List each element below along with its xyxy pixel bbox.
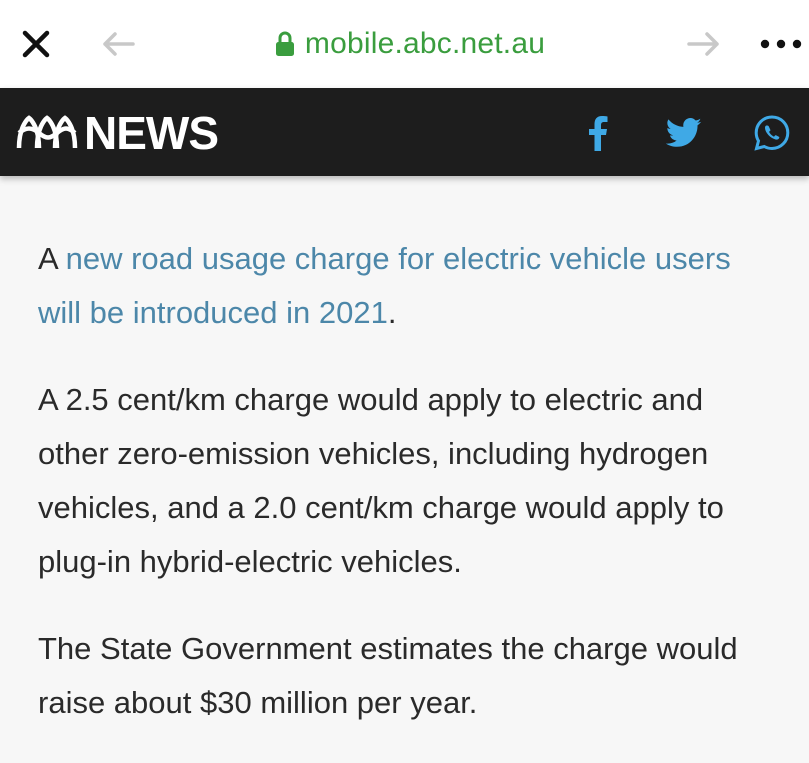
brand-name: NEWS [84, 107, 219, 159]
back-button[interactable] [96, 22, 140, 66]
paragraph-1-prefix: A [38, 241, 66, 276]
close-icon [22, 30, 50, 58]
address-bar[interactable]: mobile.abc.net.au [250, 22, 570, 66]
article-paragraph-2: A 2.5 cent/km charge would apply to elec… [38, 382, 724, 579]
url-text: mobile.abc.net.au [304, 27, 546, 60]
close-button[interactable] [14, 22, 58, 66]
article-paragraph-1: A new road usage charge for electric veh… [38, 232, 778, 340]
abc-news-logo[interactable]: NEWS [16, 107, 219, 159]
share-facebook-button[interactable] [578, 110, 618, 156]
article-paragraph-3: The State Government estimates the charg… [38, 631, 738, 720]
abc-logo-icon [16, 115, 78, 149]
article-body: A new road usage charge for electric veh… [38, 232, 778, 763]
lock-icon [275, 31, 295, 57]
twitter-icon [666, 118, 702, 147]
share-twitter-button[interactable] [660, 110, 708, 156]
arrow-right-icon [687, 32, 719, 56]
share-whatsapp-button[interactable] [748, 110, 796, 156]
whatsapp-icon [754, 115, 790, 151]
road-usage-charge-link[interactable]: new road usage charge for electric vehic… [38, 241, 731, 330]
browser-toolbar: mobile.abc.net.au [0, 0, 809, 89]
arrow-left-icon [103, 32, 135, 56]
facebook-icon [589, 116, 608, 151]
forward-button[interactable] [682, 22, 726, 66]
more-icon [760, 39, 802, 49]
paragraph-1-suffix: . [387, 295, 397, 330]
more-button[interactable] [756, 22, 806, 66]
